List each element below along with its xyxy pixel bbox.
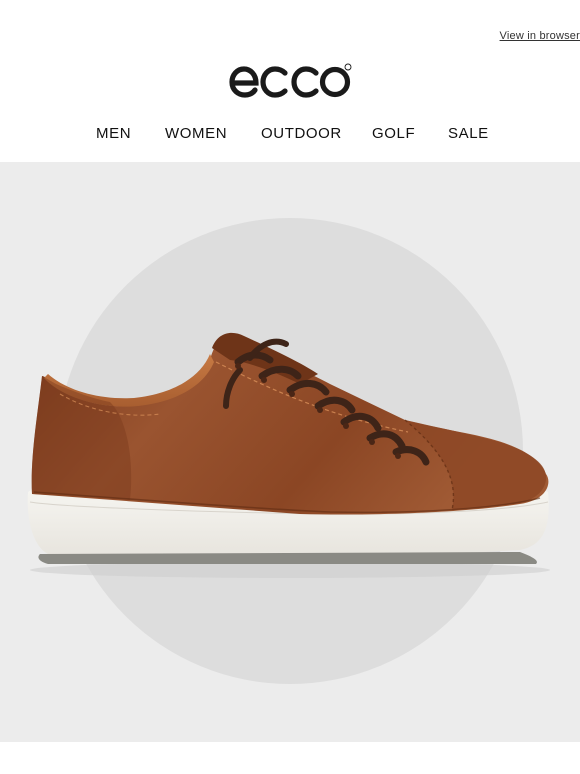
nav-item-outdoor[interactable]: OUTDOOR [261, 125, 342, 142]
nav-item-men[interactable]: MEN [96, 125, 131, 142]
bottom-spacer [0, 742, 580, 774]
main-nav: MEN WOMEN OUTDOOR GOLF SALE [0, 118, 580, 150]
view-in-browser-link[interactable]: View in browser [500, 30, 580, 42]
email-page: View in browser MEN WOMEN OUTDOOR GOLF S… [0, 0, 580, 774]
nav-item-sale[interactable]: SALE [448, 125, 489, 142]
top-bar: View in browser [0, 0, 580, 62]
nav-item-golf[interactable]: GOLF [372, 125, 415, 142]
hero-banner[interactable] [0, 162, 580, 742]
sneaker-image [27, 332, 550, 578]
brand-logo[interactable] [0, 60, 580, 104]
ecco-logo [229, 63, 352, 98]
nav-item-women[interactable]: WOMEN [165, 125, 227, 142]
